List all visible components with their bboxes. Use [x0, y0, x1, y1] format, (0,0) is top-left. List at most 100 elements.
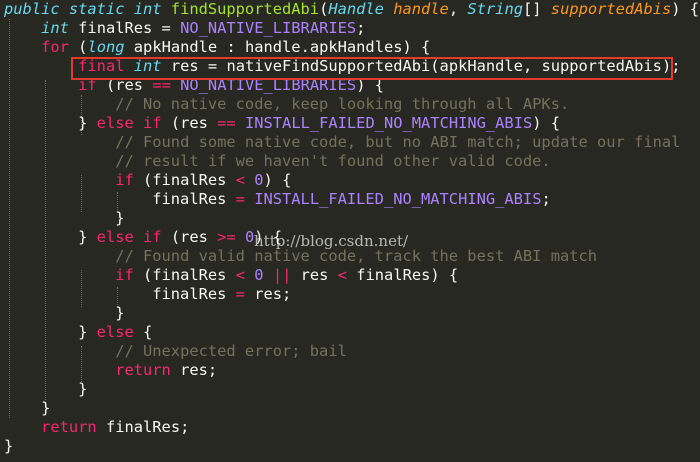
code-token-plain: } [4, 114, 97, 132]
code-token-storage: String [467, 0, 523, 18]
code-token-keyword: if [115, 266, 134, 284]
code-token-comment: // Found some native code, but no ABI ma… [115, 133, 681, 151]
code-token-keyword: = [235, 285, 245, 303]
code-token-storage: public static int [4, 0, 171, 18]
code-token-plain: apkHandle : handle.apkHandles) { [124, 38, 431, 56]
code-token-keyword: < [337, 266, 347, 284]
code-token-keyword: >= [217, 228, 236, 246]
code-line: if (finalRes < 0 || res < finalRes) { [4, 266, 458, 285]
code-token-plain: finalRes; [96, 418, 190, 436]
code-token-keyword: return [41, 418, 97, 436]
code-token-param: handle [393, 0, 449, 18]
code-token-plain: } [4, 228, 97, 246]
code-token-plain: ) { [532, 114, 561, 132]
code-token-const: INSTALL_FAILED_NO_MATCHING_ABIS [244, 114, 533, 132]
code-token-plain: finalRes [4, 285, 236, 303]
code-token-plain: res [291, 266, 338, 284]
code-token-plain: res; [244, 285, 292, 303]
code-token-plain: ; [356, 19, 366, 37]
code-token-plain: finalRes [4, 190, 236, 208]
code-token-plain: (res [161, 114, 218, 132]
watermark: http://blog.csdn.net/ [254, 232, 409, 250]
code-token-plain: ; [541, 190, 551, 208]
code-line: // Found some native code, but no ABI ma… [4, 133, 680, 152]
code-token-keyword: < [235, 171, 245, 189]
code-line: } else if (res >= 0) { [4, 228, 282, 247]
code-token-keyword: = [235, 190, 245, 208]
code-token-plain: } [4, 209, 125, 227]
code-line: // No native code, keep looking through … [4, 95, 569, 114]
code-token-plain: finalRes = [68, 19, 181, 37]
code-token-keyword: for [41, 38, 69, 56]
code-token-plain: ) { [671, 0, 700, 18]
code-token-keyword: else if [96, 228, 162, 246]
code-line: } [4, 437, 13, 456]
code-token-plain: (finalRes [133, 266, 236, 284]
code-token-plain: ( [319, 0, 329, 18]
code-editor[interactable]: public static int findSupportedAbi(Handl… [0, 0, 700, 462]
code-token-plain: } [4, 437, 14, 455]
highlight-box [71, 57, 673, 80]
code-token-plain: [] [522, 0, 551, 18]
code-line: } [4, 209, 124, 228]
code-line: } [4, 304, 124, 323]
code-line: } else { [4, 323, 152, 342]
code-token-const: INSTALL_FAILED_NO_MATCHING_ABIS [254, 190, 542, 208]
code-line: return finalRes; [4, 418, 189, 437]
code-line: if (finalRes < 0) { [4, 171, 291, 190]
code-token-plain: } [4, 323, 97, 341]
code-token-storage: int [41, 19, 69, 37]
code-token-keyword: || [272, 266, 292, 284]
code-token-const: NO_NATIVE_LIBRARIES [180, 19, 357, 37]
code-token-plain: , [448, 0, 468, 18]
code-line: finalRes = INSTALL_FAILED_NO_MATCHING_AB… [4, 190, 551, 209]
code-token-keyword: == [217, 114, 236, 132]
code-token-keyword: < [235, 266, 245, 284]
code-line: finalRes = res; [4, 285, 291, 304]
code-line: public static int findSupportedAbi(Handl… [4, 0, 699, 19]
code-token-comment: // No native code, keep looking through … [115, 95, 570, 113]
code-token-keyword: return [115, 361, 171, 379]
code-token-const: 0 [254, 171, 264, 189]
code-line: // Unexpected error; bail [4, 342, 347, 361]
code-line: } [4, 399, 50, 418]
code-token-storage: Handle [328, 0, 394, 18]
code-token-plain: } [4, 304, 125, 322]
code-token-plain: ) { [263, 171, 292, 189]
code-line: } else if (res == INSTALL_FAILED_NO_MATC… [4, 114, 560, 133]
code-line: // result if we haven't found other vali… [4, 152, 551, 171]
code-token-func: findSupportedAbi [170, 0, 320, 18]
code-token-plain: } [4, 380, 88, 398]
code-token-plain: (res [161, 228, 218, 246]
code-token-comment: // Unexpected error; bail [115, 342, 347, 360]
code-token-keyword: if [115, 171, 134, 189]
code-line: return res; [4, 361, 217, 380]
code-line: int finalRes = NO_NATIVE_LIBRARIES; [4, 19, 365, 38]
code-token-comment: // result if we haven't found other vali… [115, 152, 551, 170]
code-token-plain: { [133, 323, 153, 341]
code-token-plain: } [4, 399, 51, 417]
code-token-plain: ( [68, 38, 88, 56]
code-token-const: 0 [244, 228, 255, 246]
code-token-param: supportedAbis [550, 0, 672, 18]
code-line: } [4, 380, 87, 399]
code-token-keyword: else if [96, 114, 162, 132]
code-token-plain: (finalRes [133, 171, 236, 189]
code-token-const: 0 [254, 266, 264, 284]
code-line: for (long apkHandle : handle.apkHandles)… [4, 38, 430, 57]
